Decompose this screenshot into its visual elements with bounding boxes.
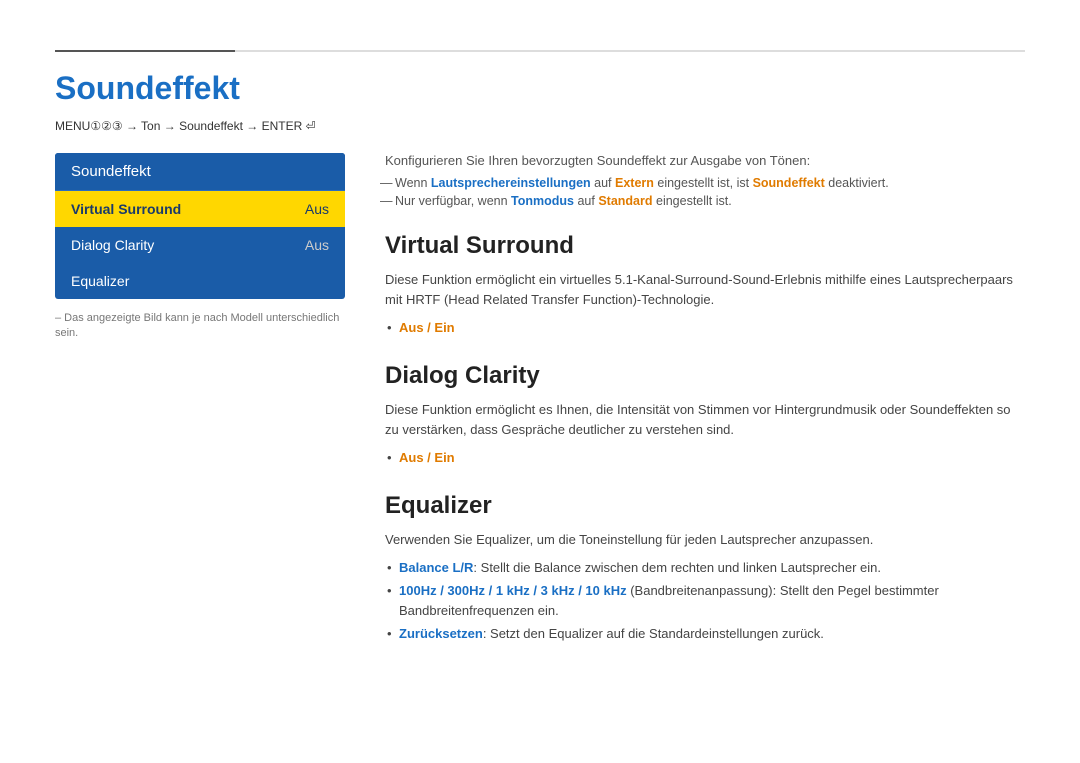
top-rule xyxy=(55,50,1025,52)
equalizer-bullet-2: 100Hz / 300Hz / 1 kHz / 3 kHz / 10 kHz (… xyxy=(385,581,1025,620)
dialog-clarity-bullet-1: Aus / Ein xyxy=(385,448,1025,468)
note2-tonmodus: Tonmodus xyxy=(511,194,574,208)
content-area: Konfigurieren Sie Ihren bevorzugten Soun… xyxy=(385,153,1025,648)
sidebar-item-virtual-surround-value: Aus xyxy=(305,201,329,217)
note-line-1: Wenn Lautsprechereinstellungen auf Exter… xyxy=(385,176,1025,190)
dialog-clarity-title: Dialog Clarity xyxy=(385,362,1025,390)
virtual-surround-bullet-1: Aus / Ein xyxy=(385,318,1025,338)
equalizer-intro: Verwenden Sie Equalizer, um die Toneinst… xyxy=(385,530,1025,550)
sidebar: Soundeffekt Virtual Surround Aus Dialog … xyxy=(55,153,345,342)
dialog-clarity-desc: Diese Funktion ermöglicht es Ihnen, die … xyxy=(385,400,1025,440)
equalizer-link: Equalizer xyxy=(476,532,529,547)
sidebar-item-dialog-clarity-label: Dialog Clarity xyxy=(71,237,154,253)
equalizer-title: Equalizer xyxy=(385,492,1025,520)
menu-path-text: MENU①②③ → Ton → Soundeffekt → ENTER ⏎ xyxy=(55,119,316,133)
main-layout: Soundeffekt Virtual Surround Aus Dialog … xyxy=(55,153,1025,648)
sidebar-note: – Das angezeigte Bild kann je nach Model… xyxy=(55,311,345,342)
sidebar-header: Soundeffekt xyxy=(55,153,345,191)
equalizer-freq-label: 100Hz / 300Hz / 1 kHz / 3 kHz / 10 kHz xyxy=(399,583,627,598)
equalizer-balance-label: Balance L/R xyxy=(399,560,473,575)
note1-soundeffekt: Soundeffekt xyxy=(753,176,825,190)
virtual-surround-aus-ein: Aus / Ein xyxy=(399,320,455,335)
equalizer-bullet-1: Balance L/R: Stellt die Balance zwischen… xyxy=(385,558,1025,578)
sidebar-item-equalizer[interactable]: Equalizer xyxy=(55,263,345,299)
sidebar-item-dialog-clarity[interactable]: Dialog Clarity Aus xyxy=(55,227,345,263)
note1-lautsprechereinstellungen: Lautsprechereinstellungen xyxy=(431,176,591,190)
equalizer-reset-label: Zurücksetzen xyxy=(399,626,483,641)
virtual-surround-title: Virtual Surround xyxy=(385,232,1025,260)
note-line-2: Nur verfügbar, wenn Tonmodus auf Standar… xyxy=(385,194,1025,208)
dialog-clarity-aus-ein: Aus / Ein xyxy=(399,450,455,465)
sidebar-item-equalizer-label: Equalizer xyxy=(71,273,129,289)
note1-extern: Extern xyxy=(615,176,654,190)
section-virtual-surround: Virtual Surround Diese Funktion ermöglic… xyxy=(385,232,1025,338)
menu-path: MENU①②③ → Ton → Soundeffekt → ENTER ⏎ xyxy=(55,119,1025,133)
sidebar-panel: Soundeffekt Virtual Surround Aus Dialog … xyxy=(55,153,345,299)
virtual-surround-desc: Diese Funktion ermöglicht ein virtuelles… xyxy=(385,270,1025,310)
note2-standard: Standard xyxy=(598,194,652,208)
sidebar-item-virtual-surround[interactable]: Virtual Surround Aus xyxy=(55,191,345,227)
section-equalizer: Equalizer Verwenden Sie Equalizer, um di… xyxy=(385,492,1025,644)
equalizer-bullet-3: Zurücksetzen: Setzt den Equalizer auf di… xyxy=(385,624,1025,644)
sidebar-item-dialog-clarity-value: Aus xyxy=(305,237,329,253)
page-title: Soundeffekt xyxy=(55,70,1025,107)
intro-text: Konfigurieren Sie Ihren bevorzugten Soun… xyxy=(385,153,1025,168)
sidebar-item-virtual-surround-label: Virtual Surround xyxy=(71,201,181,217)
section-dialog-clarity: Dialog Clarity Diese Funktion ermöglicht… xyxy=(385,362,1025,468)
